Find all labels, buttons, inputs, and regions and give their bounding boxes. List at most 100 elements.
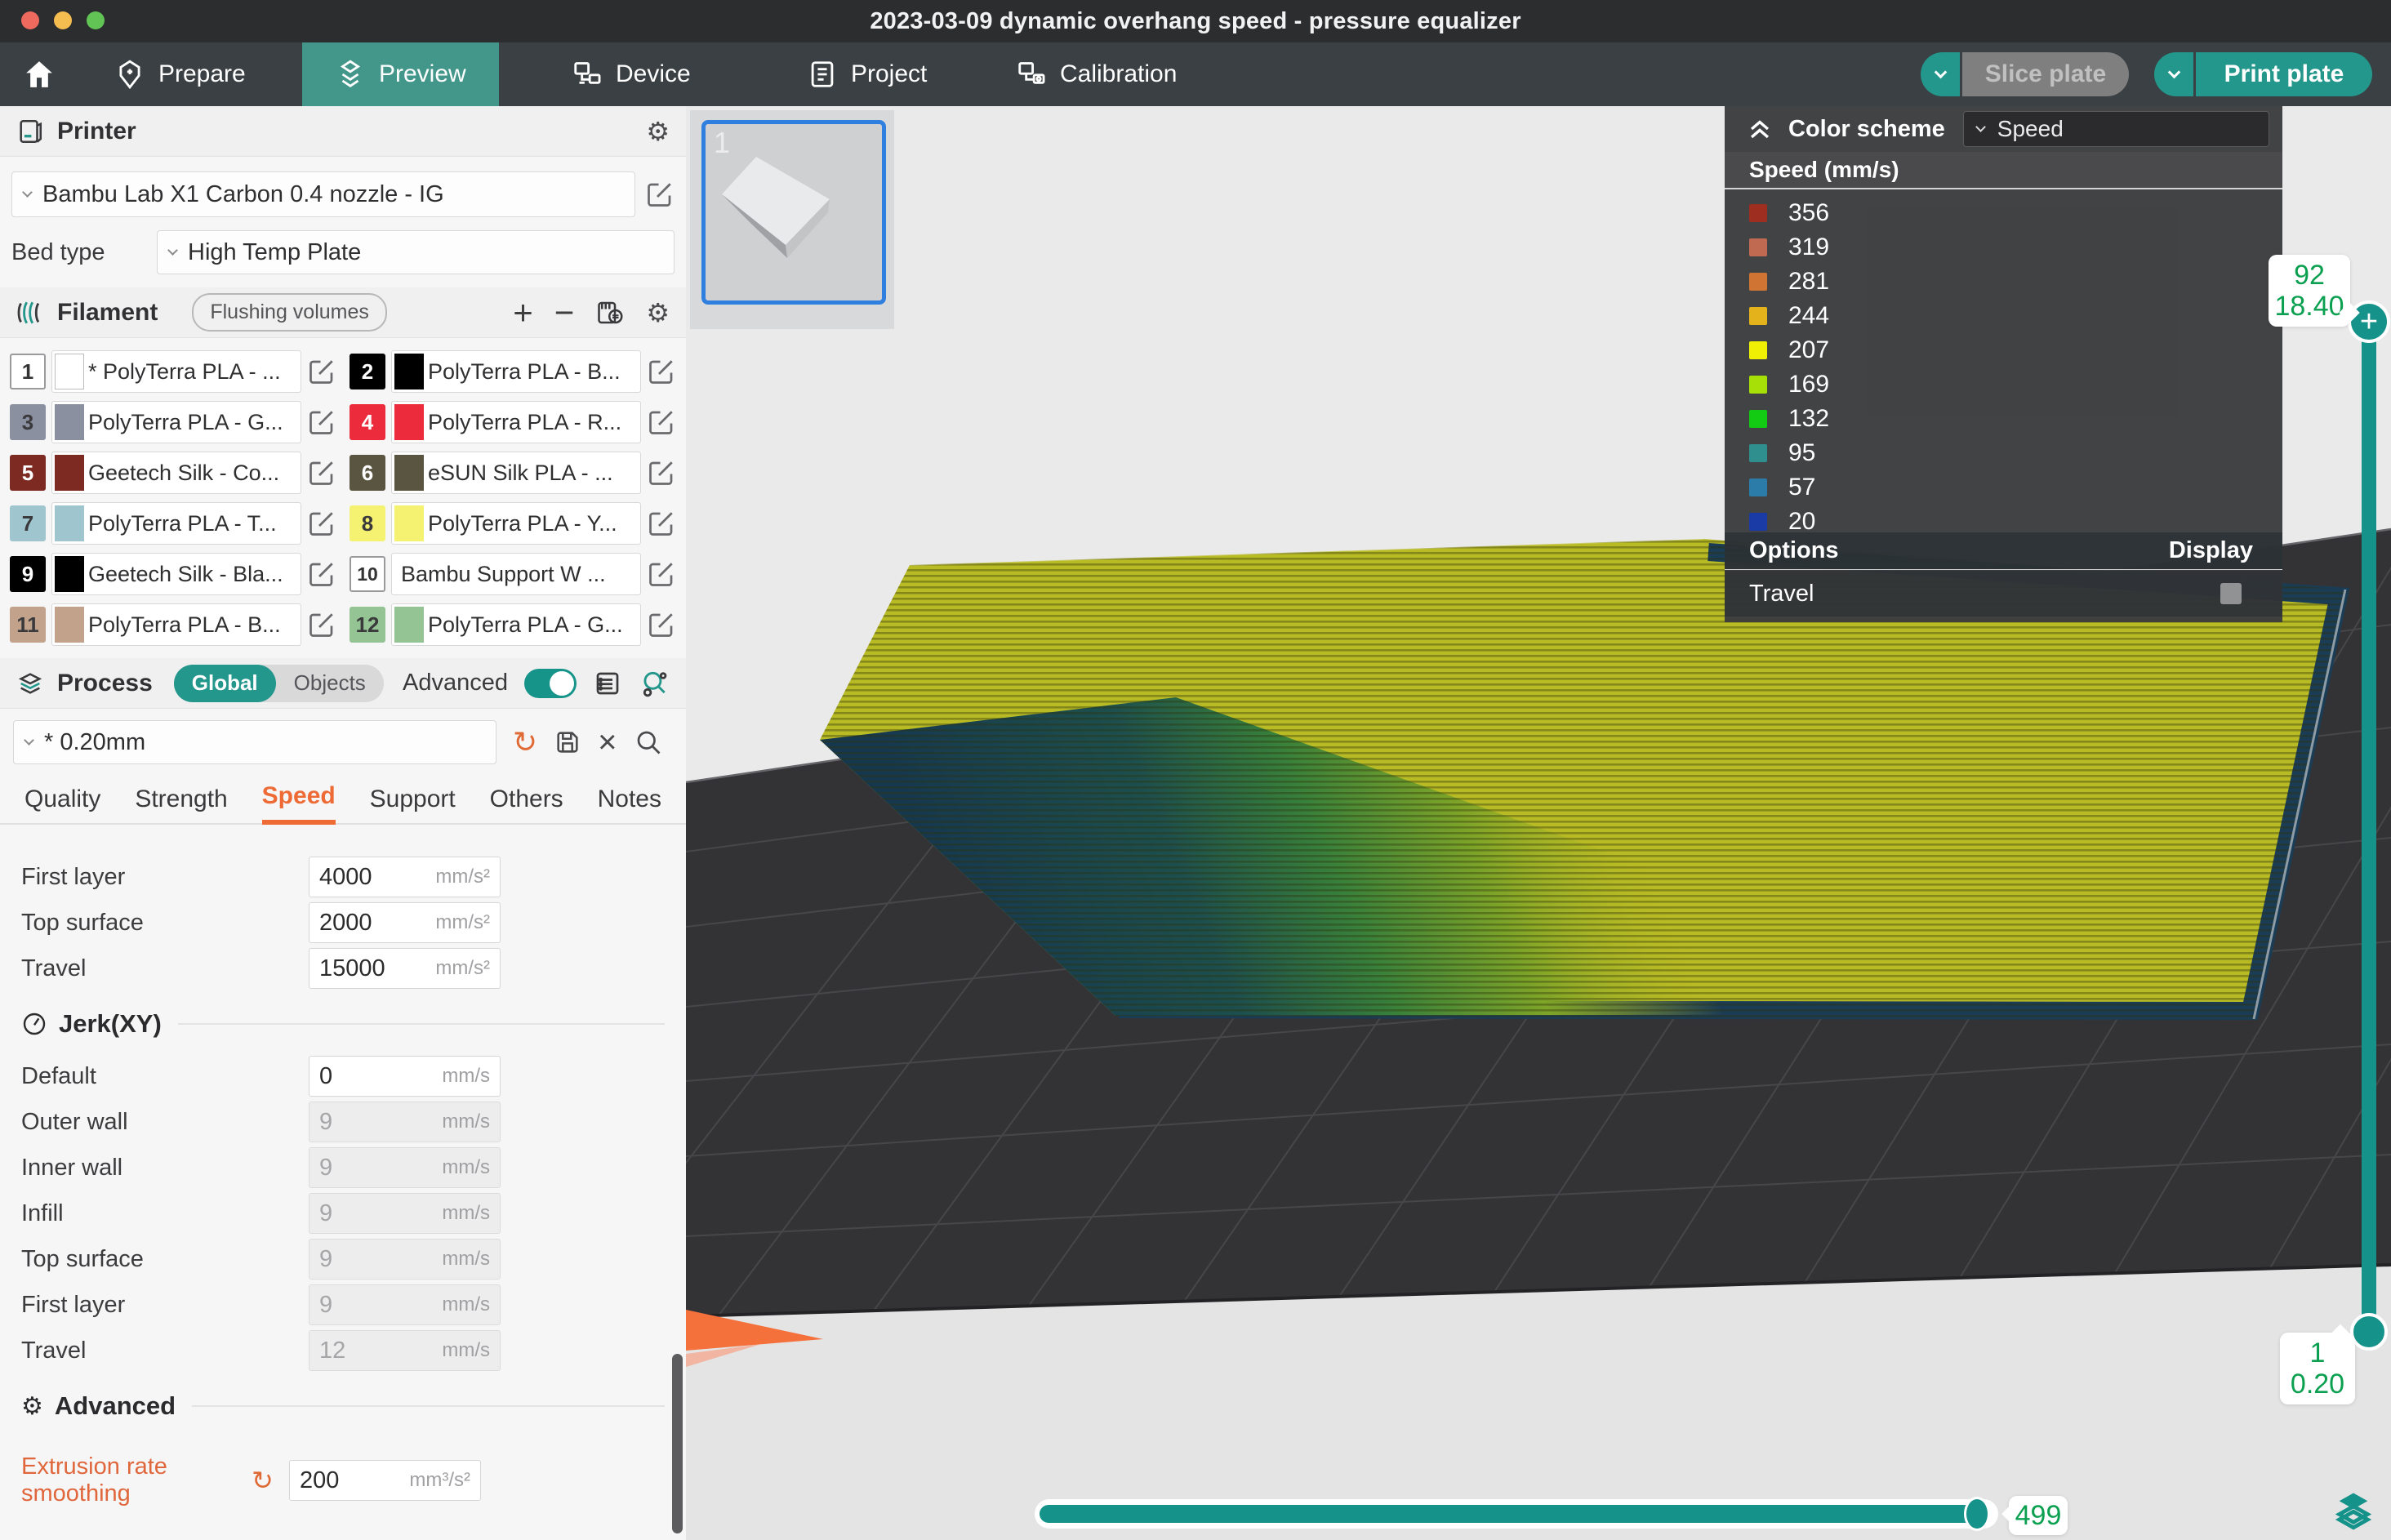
filament-select[interactable]: Geetech Silk - Co... (51, 452, 301, 494)
reset-preset-icon[interactable]: ↻ (513, 728, 537, 757)
edit-filament-icon[interactable] (647, 509, 676, 538)
filament-number-badge[interactable]: 11 (10, 607, 46, 643)
printer-settings-gear-icon[interactable]: ⚙ (646, 118, 670, 145)
close-window-button[interactable] (21, 11, 39, 29)
tab-speed[interactable]: Speed (262, 782, 336, 825)
layers-view-button[interactable] (2331, 1488, 2376, 1530)
tab-calibration[interactable]: Calibration (1016, 42, 1177, 106)
print-plate-button[interactable]: Print plate (2196, 52, 2372, 96)
print-plate-dropdown[interactable] (2154, 52, 2193, 96)
top-surface-accel-input[interactable]: 2000 mm/s² (309, 902, 501, 943)
advanced-toggle[interactable] (524, 669, 577, 698)
jerk-first-layer-input[interactable]: 9 mm/s (309, 1284, 501, 1325)
reset-value-icon[interactable]: ↻ (252, 1467, 289, 1493)
remove-filament-button[interactable]: − (554, 296, 575, 330)
flushing-volumes-button[interactable]: Flushing volumes (192, 293, 387, 332)
edit-filament-icon[interactable] (647, 407, 676, 437)
jerk-outer-wall-input[interactable]: 9 mm/s (309, 1102, 501, 1142)
tab-others[interactable]: Others (490, 786, 563, 823)
tab-strength[interactable]: Strength (135, 786, 227, 823)
param-unit: mm/s (442, 1293, 490, 1316)
filament-number-badge[interactable]: 3 (10, 404, 46, 440)
segment-global[interactable]: Global (174, 665, 276, 702)
color-scheme-select[interactable]: Speed (1963, 111, 2269, 147)
layer-slider-bottom-handle[interactable] (2350, 1313, 2388, 1351)
filament-select[interactable]: PolyTerra PLA - G... (51, 401, 301, 443)
filament-number-badge[interactable]: 2 (350, 354, 385, 389)
slice-plate-button[interactable]: Slice plate (1962, 52, 2129, 96)
filament-select[interactable]: PolyTerra PLA - B... (51, 603, 301, 646)
edit-filament-icon[interactable] (647, 357, 676, 386)
printer-preset-select[interactable]: Bambu Lab X1 Carbon 0.4 nozzle - IG (11, 171, 635, 217)
process-preset-select[interactable]: * 0.20mm (13, 720, 496, 764)
travel-accel-input[interactable]: 15000 mm/s² (309, 948, 501, 989)
tab-notes[interactable]: Notes (598, 786, 661, 823)
filament-select[interactable]: Bambu Support W ... (391, 553, 641, 595)
search-preset-icon[interactable] (634, 728, 663, 757)
slice-plate-dropdown[interactable] (1921, 52, 1960, 96)
filament-select[interactable]: eSUN Silk PLA - ... (391, 452, 641, 494)
edit-filament-icon[interactable] (647, 458, 676, 487)
edit-filament-icon[interactable] (647, 559, 676, 589)
jerk-inner-wall-input[interactable]: 9 mm/s (309, 1147, 501, 1188)
move-slider-track[interactable] (1035, 1499, 1998, 1529)
save-preset-icon[interactable] (554, 728, 581, 756)
preview-viewport[interactable]: 1 Color scheme Speed Speed (mm (686, 106, 2391, 1540)
zoom-window-button[interactable] (87, 11, 105, 29)
ams-sync-icon[interactable] (595, 298, 625, 327)
filament-number-badge[interactable]: 9 (10, 556, 46, 592)
search-parameters-icon[interactable] (639, 668, 670, 699)
sidebar-scrollbar[interactable] (672, 1354, 683, 1533)
filament-select[interactable]: PolyTerra PLA - T... (51, 502, 301, 545)
edit-filament-icon[interactable] (307, 458, 336, 487)
layer-slider-track[interactable] (2362, 333, 2376, 1336)
travel-checkbox[interactable] (2220, 583, 2242, 604)
home-button[interactable] (13, 42, 65, 106)
edit-filament-icon[interactable] (307, 509, 336, 538)
filament-number-badge[interactable]: 12 (350, 607, 385, 643)
jerk-infill-input[interactable]: 9 mm/s (309, 1193, 501, 1234)
segment-objects[interactable]: Objects (276, 665, 384, 702)
bed-type-select[interactable]: High Temp Plate (157, 230, 675, 274)
filament-number-badge[interactable]: 8 (350, 505, 385, 541)
collapse-panel-icon[interactable] (1746, 115, 1774, 143)
filament-number-badge[interactable]: 6 (350, 455, 385, 491)
filament-number-badge[interactable]: 7 (10, 505, 46, 541)
filament-select[interactable]: PolyTerra PLA - G... (391, 603, 641, 646)
filament-number-badge[interactable]: 4 (350, 404, 385, 440)
edit-printer-preset-icon[interactable] (645, 180, 675, 209)
edit-filament-icon[interactable] (307, 559, 336, 589)
filament-number-badge[interactable]: 1 (10, 354, 46, 389)
tab-support[interactable]: Support (370, 786, 456, 823)
edit-filament-icon[interactable] (307, 407, 336, 437)
tab-project[interactable]: Project (807, 42, 927, 106)
edit-filament-icon[interactable] (307, 610, 336, 639)
filament-label: PolyTerra PLA - Y... (428, 511, 617, 536)
add-filament-button[interactable]: + (513, 296, 533, 330)
jerk-top-surface-input[interactable]: 9 mm/s (309, 1239, 501, 1280)
tab-quality[interactable]: Quality (24, 786, 100, 823)
filament-number-badge[interactable]: 5 (10, 455, 46, 491)
filament-select[interactable]: PolyTerra PLA - Y... (391, 502, 641, 545)
parameter-table-icon[interactable] (593, 669, 622, 698)
first-layer-accel-input[interactable]: 4000 mm/s² (309, 857, 501, 897)
plate-thumbnail[interactable]: 1 (701, 120, 886, 305)
minimize-window-button[interactable] (54, 11, 72, 29)
param-value: 15000 (319, 955, 385, 982)
tab-preview[interactable]: Preview (302, 42, 499, 106)
filament-select[interactable]: PolyTerra PLA - R... (391, 401, 641, 443)
edit-filament-icon[interactable] (647, 610, 676, 639)
jerk-default-input[interactable]: 0 mm/s (309, 1056, 501, 1097)
tab-prepare[interactable]: Prepare (114, 42, 246, 106)
extrusion-rate-smoothing-input[interactable]: 200 mm³/s² (289, 1460, 481, 1501)
filament-number-badge[interactable]: 10 (350, 556, 385, 592)
edit-filament-icon[interactable] (307, 357, 336, 386)
filament-select[interactable]: PolyTerra PLA - B... (391, 350, 641, 393)
move-slider-handle[interactable] (1964, 1497, 1990, 1531)
filament-settings-gear-icon[interactable]: ⚙ (646, 300, 670, 326)
delete-preset-icon[interactable]: × (598, 726, 617, 759)
jerk-travel-input[interactable]: 12 mm/s (309, 1330, 501, 1371)
tab-device[interactable]: Device (572, 42, 691, 106)
filament-select[interactable]: Geetech Silk - Bla... (51, 553, 301, 595)
filament-select[interactable]: * PolyTerra PLA - ... (51, 350, 301, 393)
